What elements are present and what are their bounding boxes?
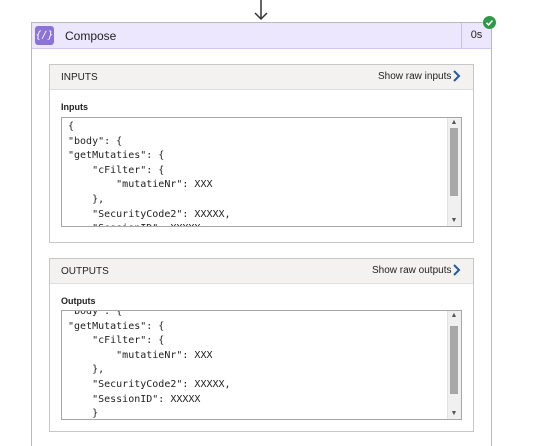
scroll-down-icon[interactable]: ▼ bbox=[448, 409, 460, 419]
show-raw-outputs-link[interactable]: Show raw outputs bbox=[372, 265, 452, 276]
inputs-field-label: Inputs bbox=[61, 102, 88, 112]
outputs-section-header: OUTPUTS Show raw outputs bbox=[50, 259, 473, 284]
inputs-section-header: INPUTS Show raw inputs bbox=[50, 65, 473, 90]
inputs-header-label: INPUTS bbox=[61, 72, 98, 83]
outputs-header-label: OUTPUTS bbox=[61, 266, 109, 277]
chevron-right-icon[interactable] bbox=[451, 69, 461, 83]
inputs-json-text: { "body": { "getMutaties": { "cFilter": … bbox=[68, 121, 231, 226]
outputs-json-text: "body": { "getMutaties": { "cFilter": { … bbox=[68, 310, 231, 420]
outputs-code-box[interactable]: "body": { "getMutaties": { "cFilter": { … bbox=[61, 310, 462, 420]
outputs-scroll-thumb[interactable] bbox=[450, 326, 458, 394]
outputs-scrollbar[interactable]: ▲ ▼ bbox=[447, 311, 461, 419]
outputs-field-label: Outputs bbox=[61, 296, 96, 306]
scroll-up-icon[interactable]: ▲ bbox=[448, 311, 460, 321]
show-raw-inputs-link[interactable]: Show raw inputs bbox=[378, 71, 451, 82]
outputs-section: OUTPUTS Show raw outputs Outputs "body":… bbox=[49, 258, 474, 432]
flow-connector-arrow-icon bbox=[254, 0, 268, 21]
action-title: Compose bbox=[65, 29, 117, 43]
compose-icon: {∕} bbox=[35, 26, 54, 45]
scroll-up-icon[interactable]: ▲ bbox=[448, 118, 460, 128]
inputs-scrollbar[interactable]: ▲ ▼ bbox=[447, 118, 461, 226]
chevron-right-icon[interactable] bbox=[451, 263, 461, 277]
action-header[interactable]: {∕} Compose 0s bbox=[32, 23, 491, 49]
success-check-icon bbox=[483, 16, 496, 29]
inputs-scroll-thumb[interactable] bbox=[450, 128, 458, 196]
inputs-code-box[interactable]: { "body": { "getMutaties": { "cFilter": … bbox=[61, 117, 462, 227]
inputs-section: INPUTS Show raw inputs Inputs { "body": … bbox=[49, 64, 474, 243]
scroll-down-icon[interactable]: ▼ bbox=[448, 216, 460, 226]
